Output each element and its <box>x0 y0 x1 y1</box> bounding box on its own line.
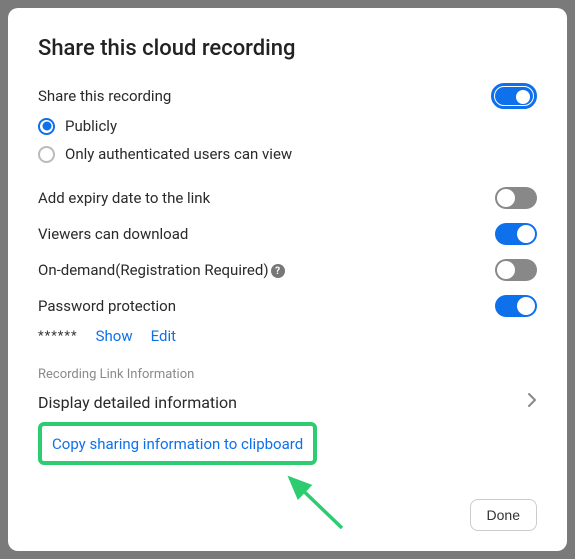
ondemand-toggle[interactable] <box>495 259 537 281</box>
password-show-link[interactable]: Show <box>96 327 133 345</box>
help-icon[interactable]: ? <box>271 264 285 278</box>
radio-publicly[interactable]: Publicly <box>38 117 537 135</box>
copy-sharing-link[interactable]: Copy sharing information to clipboard <box>52 435 303 453</box>
share-recording-toggle[interactable] <box>491 83 537 109</box>
share-visibility-group: Publicly Only authenticated users can vi… <box>38 117 537 173</box>
radio-icon <box>38 146 55 163</box>
share-modal: Share this cloud recording Share this re… <box>8 8 567 551</box>
copy-link-highlight: Copy sharing information to clipboard <box>38 422 317 465</box>
expiry-toggle[interactable] <box>495 187 537 209</box>
chevron-right-icon <box>527 392 537 412</box>
ondemand-row: On-demand(Registration Required)? <box>38 259 537 281</box>
expiry-label: Add expiry date to the link <box>38 189 210 207</box>
radio-label: Publicly <box>65 117 117 135</box>
radio-authenticated-only[interactable]: Only authenticated users can view <box>38 145 537 163</box>
modal-footer: Done <box>38 499 537 531</box>
password-toggle[interactable] <box>495 295 537 317</box>
password-actions: ****** Show Edit <box>38 327 537 345</box>
radio-label: Only authenticated users can view <box>65 145 292 163</box>
done-button[interactable]: Done <box>470 499 537 531</box>
download-label: Viewers can download <box>38 225 188 243</box>
download-toggle[interactable] <box>495 223 537 245</box>
download-row: Viewers can download <box>38 223 537 245</box>
ondemand-text: On-demand(Registration Required) <box>38 261 269 279</box>
expiry-row: Add expiry date to the link <box>38 187 537 209</box>
share-recording-label: Share this recording <box>38 87 171 105</box>
radio-icon <box>38 118 55 135</box>
ondemand-label: On-demand(Registration Required)? <box>38 261 285 279</box>
link-section-heading: Recording Link Information <box>38 367 537 382</box>
display-detailed-label: Display detailed information <box>38 393 237 412</box>
display-detailed-row[interactable]: Display detailed information <box>38 392 537 412</box>
password-edit-link[interactable]: Edit <box>151 327 176 345</box>
share-recording-row: Share this recording <box>38 83 537 109</box>
password-label: Password protection <box>38 297 176 315</box>
password-masked: ****** <box>38 329 78 344</box>
password-row: Password protection <box>38 295 537 317</box>
modal-title: Share this cloud recording <box>38 36 537 61</box>
